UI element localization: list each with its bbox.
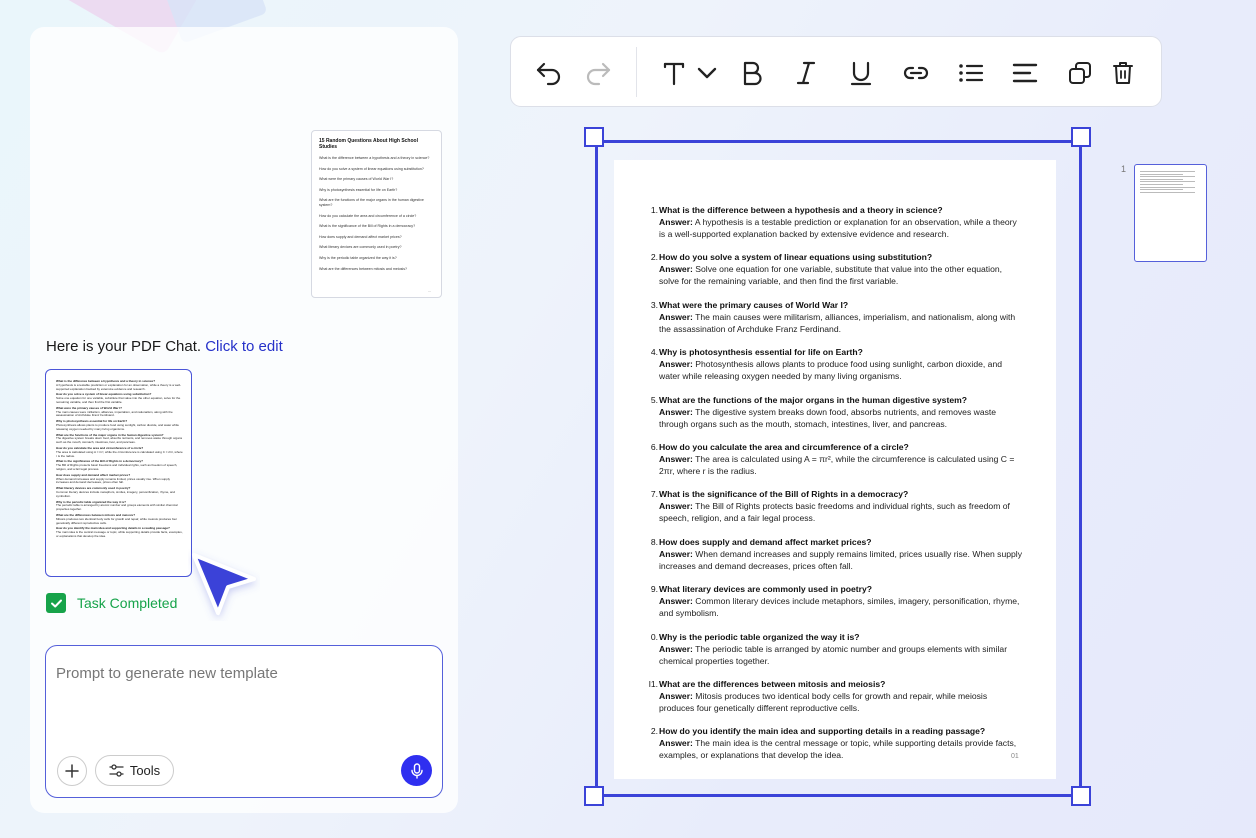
italic-icon[interactable]: [792, 59, 820, 87]
delete-icon[interactable]: [1109, 59, 1137, 87]
task-status: Task Completed: [46, 593, 177, 613]
chat-message-text: Here is your PDF Chat.: [46, 338, 202, 355]
chat-panel: 15 Random Questions About High School St…: [30, 27, 458, 813]
selection-frame[interactable]: [595, 140, 1082, 797]
thumbnail-text-line: [1140, 189, 1183, 191]
thumbnail-text-line: [1140, 176, 1195, 178]
thumbnail-qa-item: What is the significance of the Bill of …: [56, 459, 183, 471]
thumbnail-text-line: [1140, 191, 1195, 193]
thumbnail-answer: When demand increases and supply remains…: [56, 476, 171, 485]
toolbar-divider: [636, 47, 637, 97]
prompt-input[interactable]: Prompt to generate new template Tools: [45, 645, 443, 798]
click-to-edit-link[interactable]: Click to edit: [205, 338, 283, 355]
pdf-preview-card[interactable]: 15 Random Questions About High School St…: [311, 130, 442, 298]
preview-question: Why is photosynthesis essential for life…: [319, 187, 398, 192]
underline-icon[interactable]: [847, 59, 875, 87]
preview-question-list: What is the difference between a hypothe…: [319, 156, 435, 271]
thumbnail-content: What is the difference between a hypothe…: [56, 379, 183, 539]
generated-pdf-thumbnail[interactable]: What is the difference between a hypothe…: [45, 369, 192, 577]
preview-question: What are the functions of the major orga…: [319, 198, 424, 207]
thumbnail-answer: The main idea is the central message or …: [56, 530, 183, 538]
resize-handle-bottom-left[interactable]: [584, 786, 604, 806]
thumbnail-lines: [1140, 171, 1201, 193]
microphone-icon: [410, 762, 423, 779]
sliders-icon: [109, 764, 124, 777]
thumbnail-qa-item: How do you calculate the area and circum…: [56, 446, 183, 458]
preview-question: Why is the periodic table organized the …: [319, 255, 397, 260]
thumbnail-qa-item: Why is photosynthesis essential for life…: [56, 419, 183, 431]
preview-title: 15 Random Questions About High School St…: [319, 138, 418, 150]
tools-button[interactable]: Tools: [95, 755, 174, 786]
thumbnail-page-label: 1: [1121, 164, 1127, 174]
list-icon[interactable]: [957, 59, 985, 87]
undo-icon[interactable]: [535, 59, 563, 87]
thumbnail-text-line: [1140, 173, 1183, 175]
redo-icon[interactable]: [584, 59, 612, 87]
thumbnail-text-line: [1140, 183, 1183, 185]
align-icon[interactable]: [1011, 59, 1039, 87]
microphone-button[interactable]: [401, 755, 432, 786]
thumbnail-answer: Solve one equation for one variable, sub…: [56, 396, 181, 404]
preview-question: What is the difference between a hypothe…: [319, 156, 430, 160]
thumbnail-answer: Mitosis produces two identical body cell…: [56, 516, 178, 525]
thumbnail-text-line: [1140, 181, 1195, 183]
prompt-placeholder: Prompt to generate new template: [56, 665, 278, 682]
add-button[interactable]: [57, 756, 87, 786]
thumbnail-qa-item: What are the differences between mitosis…: [56, 513, 183, 525]
preview-question: How do you calculate the area and circum…: [319, 213, 417, 218]
thumbnail-qa-item: How do you solve a system of linear equa…: [56, 392, 183, 404]
thumbnail-answer: The Bill of Rights protects basic freedo…: [56, 463, 178, 471]
resize-handle-top-right[interactable]: [1071, 127, 1091, 147]
thumbnail-qa-item: What literary devices are commonly used …: [56, 486, 183, 498]
thumbnail-answer: The periodic table is arranged by atomic…: [56, 503, 178, 512]
preview-page-number: —: [428, 289, 431, 293]
formatting-toolbar: [510, 36, 1162, 107]
check-icon: [46, 593, 66, 613]
thumbnail-answer: The main causes were militarism, allianc…: [56, 409, 173, 418]
thumbnail-answer: Common literary devices include metaphor…: [56, 489, 175, 498]
thumbnail-text-line: [1140, 186, 1195, 188]
thumbnail-text-line: [1140, 178, 1183, 180]
page-thumbnail[interactable]: [1134, 164, 1207, 262]
resize-handle-top-left[interactable]: [584, 127, 604, 147]
thumbnail-qa-item: What are the functions of the major orga…: [56, 433, 183, 445]
duplicate-icon[interactable]: [1066, 59, 1094, 87]
thumbnail-qa-item: What were the primary causes of World Wa…: [56, 406, 183, 418]
resize-handle-bottom-right[interactable]: [1071, 786, 1091, 806]
thumbnail-qa-item: What is the difference between a hypothe…: [56, 379, 183, 391]
link-icon[interactable]: [902, 59, 930, 87]
chat-message: Here is your PDF Chat. Click to edit: [46, 338, 283, 355]
bold-icon[interactable]: [738, 59, 766, 87]
text-style-icon[interactable]: [660, 59, 688, 87]
thumbnail-text-line: [1140, 171, 1195, 172]
preview-question: What were the primary causes of World Wa…: [319, 177, 394, 182]
pointer-cursor-icon: [192, 553, 256, 615]
thumbnail-qa-item: Why is the periodic table organized the …: [56, 500, 183, 512]
thumbnail-qa-item: How does supply and demand affect market…: [56, 473, 183, 485]
chevron-down-icon[interactable]: [693, 59, 721, 87]
thumbnail-answer: A hypothesis is a testable prediction or…: [56, 382, 181, 391]
preview-question: How do you solve a system of linear equa…: [319, 166, 424, 171]
thumbnail-answer: The area is calculated using A = πr², wh…: [56, 449, 183, 458]
preview-question: How does supply and demand affect market…: [319, 234, 402, 239]
thumbnail-answer: Photosynthesis allows plants to produce …: [56, 422, 179, 431]
task-status-label: Task Completed: [77, 595, 178, 611]
tools-label: Tools: [129, 763, 161, 778]
plus-icon: [65, 764, 79, 778]
preview-question: What are the differences between mitosis…: [319, 266, 408, 271]
thumbnail-answer: The digestive system breaks down food, a…: [56, 436, 183, 445]
preview-question: What literary devices are commonly used …: [319, 245, 402, 250]
thumbnail-qa-item: How do you identify the main idea and su…: [56, 526, 183, 538]
preview-question: What is the significance of the Bill of …: [319, 224, 416, 229]
